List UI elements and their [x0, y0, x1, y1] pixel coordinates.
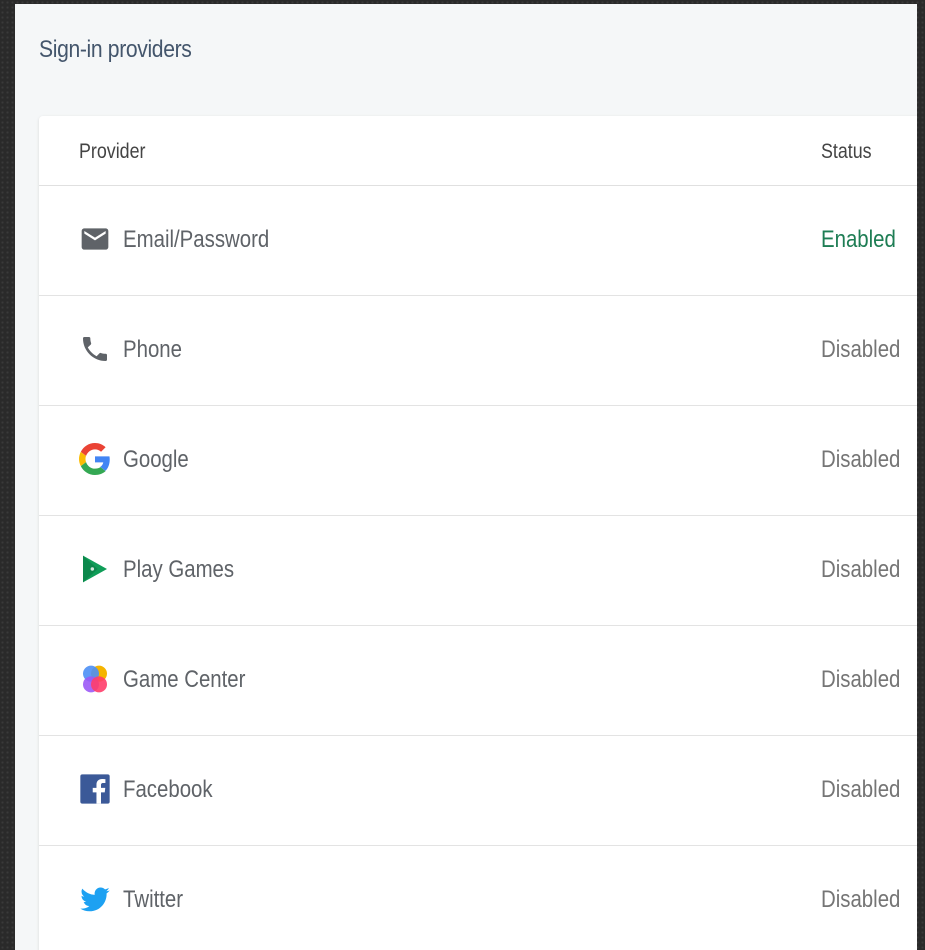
provider-column-header: Provider: [79, 140, 146, 163]
status-badge: Disabled: [821, 776, 901, 803]
play-games-icon: [79, 553, 111, 585]
page-title: Sign-in providers: [39, 36, 192, 63]
providers-table: Provider Status Email/Password Enabled P…: [39, 116, 917, 950]
provider-name: Game Center: [123, 666, 246, 693]
status-badge: Disabled: [821, 556, 901, 583]
email-icon: [79, 223, 111, 255]
provider-name: Email/Password: [123, 226, 270, 253]
status-column-header: Status: [821, 140, 872, 163]
provider-row-facebook[interactable]: Facebook Disabled: [39, 736, 917, 846]
provider-row-play-games[interactable]: Play Games Disabled: [39, 516, 917, 626]
status-badge: Enabled: [821, 226, 896, 253]
provider-row-game-center[interactable]: Game Center Disabled: [39, 626, 917, 736]
provider-name: Twitter: [123, 886, 184, 913]
provider-row-email-password[interactable]: Email/Password Enabled: [39, 186, 917, 296]
google-icon: [79, 443, 111, 475]
provider-name: Facebook: [123, 776, 213, 803]
game-center-icon: [79, 663, 111, 695]
provider-name: Play Games: [123, 556, 235, 583]
phone-icon: [79, 333, 111, 365]
status-badge: Disabled: [821, 336, 901, 363]
sign-in-providers-panel: Sign-in providers Provider Status Email/…: [15, 4, 917, 950]
provider-row-google[interactable]: Google Disabled: [39, 406, 917, 516]
provider-row-twitter[interactable]: Twitter Disabled: [39, 846, 917, 950]
table-header: Provider Status: [39, 116, 917, 186]
twitter-icon: [79, 883, 111, 915]
status-badge: Disabled: [821, 446, 901, 473]
status-badge: Disabled: [821, 886, 901, 913]
provider-name: Phone: [123, 336, 182, 363]
facebook-icon: [79, 773, 111, 805]
provider-row-phone[interactable]: Phone Disabled: [39, 296, 917, 406]
provider-name: Google: [123, 446, 189, 473]
status-badge: Disabled: [821, 666, 901, 693]
